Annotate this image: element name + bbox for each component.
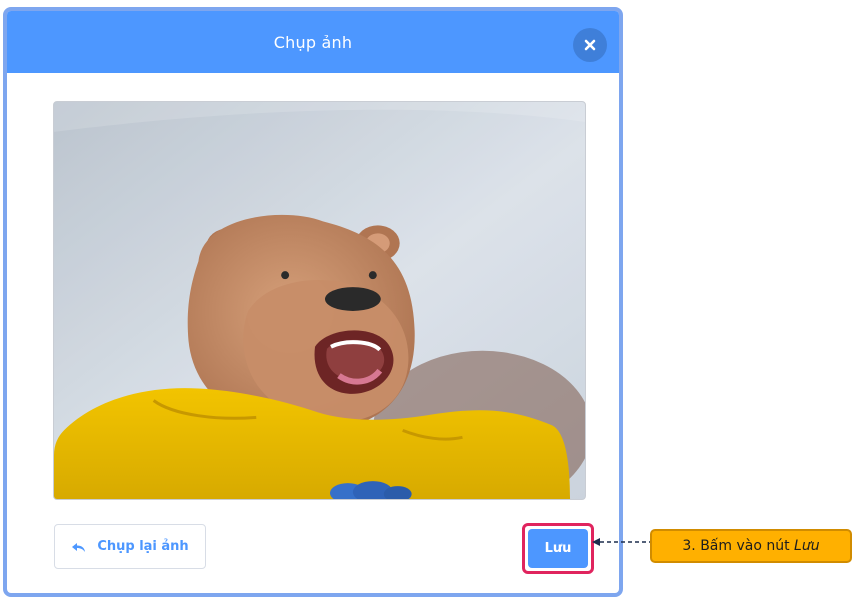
retake-photo-label: Chụp lại ảnh <box>97 539 189 554</box>
camera-photo <box>54 102 585 499</box>
undo-icon <box>72 542 86 552</box>
dialog-header: Chụp ảnh <box>7 11 619 73</box>
save-button[interactable]: Lưu <box>528 529 588 568</box>
close-button[interactable] <box>573 28 607 62</box>
callout-connector <box>592 538 650 546</box>
instruction-emphasis: Lưu <box>794 538 820 554</box>
instruction-callout: 3. Bấm vào nút Lưu <box>650 529 852 563</box>
camera-dialog: Chụp ảnh Chụp lại ảnh Lưu <box>3 7 623 597</box>
camera-preview <box>53 101 586 500</box>
dialog-title: Chụp ảnh <box>273 32 353 52</box>
close-icon <box>584 39 596 51</box>
retake-photo-button[interactable]: Chụp lại ảnh <box>54 524 206 569</box>
save-button-label: Lưu <box>544 541 572 556</box>
instruction-prefix: 3. Bấm vào nút <box>682 538 790 554</box>
